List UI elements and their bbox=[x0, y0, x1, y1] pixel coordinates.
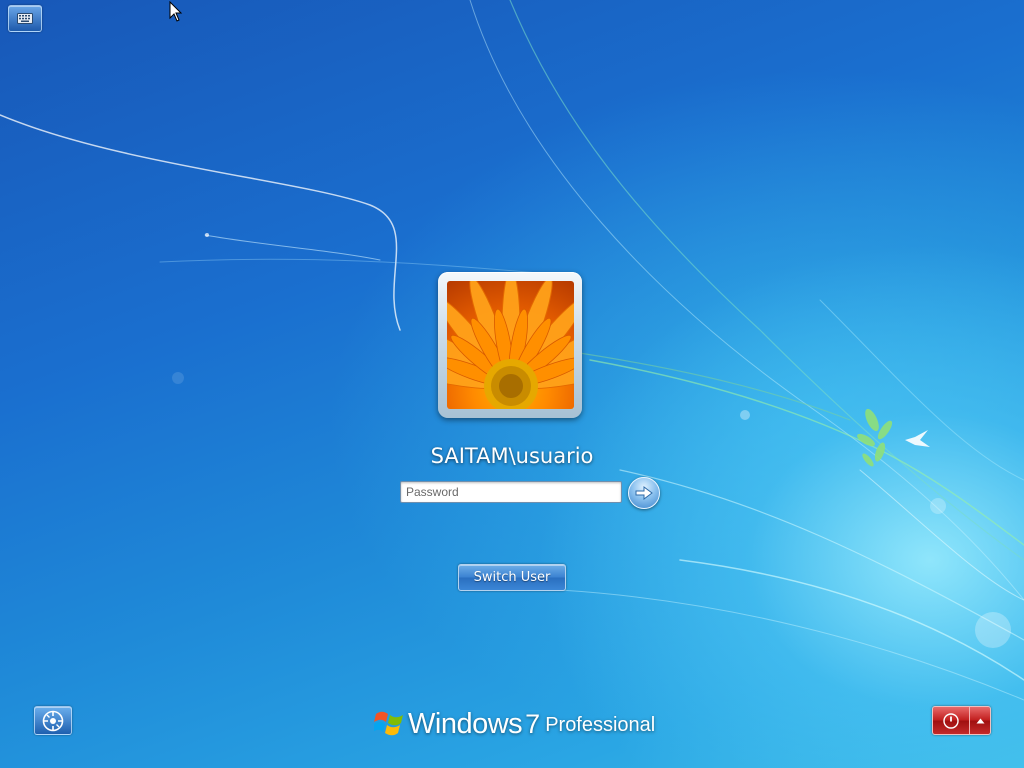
ease-of-access-icon bbox=[42, 710, 64, 731]
power-icon bbox=[943, 712, 959, 729]
user-avatar-frame bbox=[438, 272, 582, 418]
switch-user-button[interactable]: Switch User bbox=[458, 564, 566, 591]
flower-picture bbox=[447, 281, 574, 409]
keyboard-icon bbox=[17, 13, 33, 24]
shutdown-button[interactable] bbox=[933, 707, 970, 734]
submit-button[interactable] bbox=[628, 477, 660, 509]
brand-version-text: 7 bbox=[525, 709, 541, 739]
brand-edition-text: Professional bbox=[545, 714, 656, 736]
shutdown-options-button[interactable] bbox=[970, 707, 990, 734]
arrow-right-icon bbox=[635, 486, 653, 500]
password-field[interactable] bbox=[400, 481, 622, 503]
windows-flag-icon bbox=[374, 711, 403, 736]
triangle-up-icon bbox=[976, 718, 984, 723]
avatar bbox=[447, 281, 574, 409]
windows-branding: Windows 7 Professional bbox=[374, 703, 655, 743]
shutdown-button-group bbox=[932, 706, 991, 735]
brand-windows-text: Windows bbox=[408, 708, 523, 740]
logon-screen: SAITAM\usuario Switch User Windows 7 Pro… bbox=[0, 0, 1024, 768]
on-screen-keyboard-button[interactable] bbox=[8, 5, 42, 32]
username-label: SAITAM\usuario bbox=[430, 444, 594, 468]
ease-of-access-button[interactable] bbox=[34, 706, 72, 735]
mouse-cursor-icon bbox=[169, 1, 183, 22]
